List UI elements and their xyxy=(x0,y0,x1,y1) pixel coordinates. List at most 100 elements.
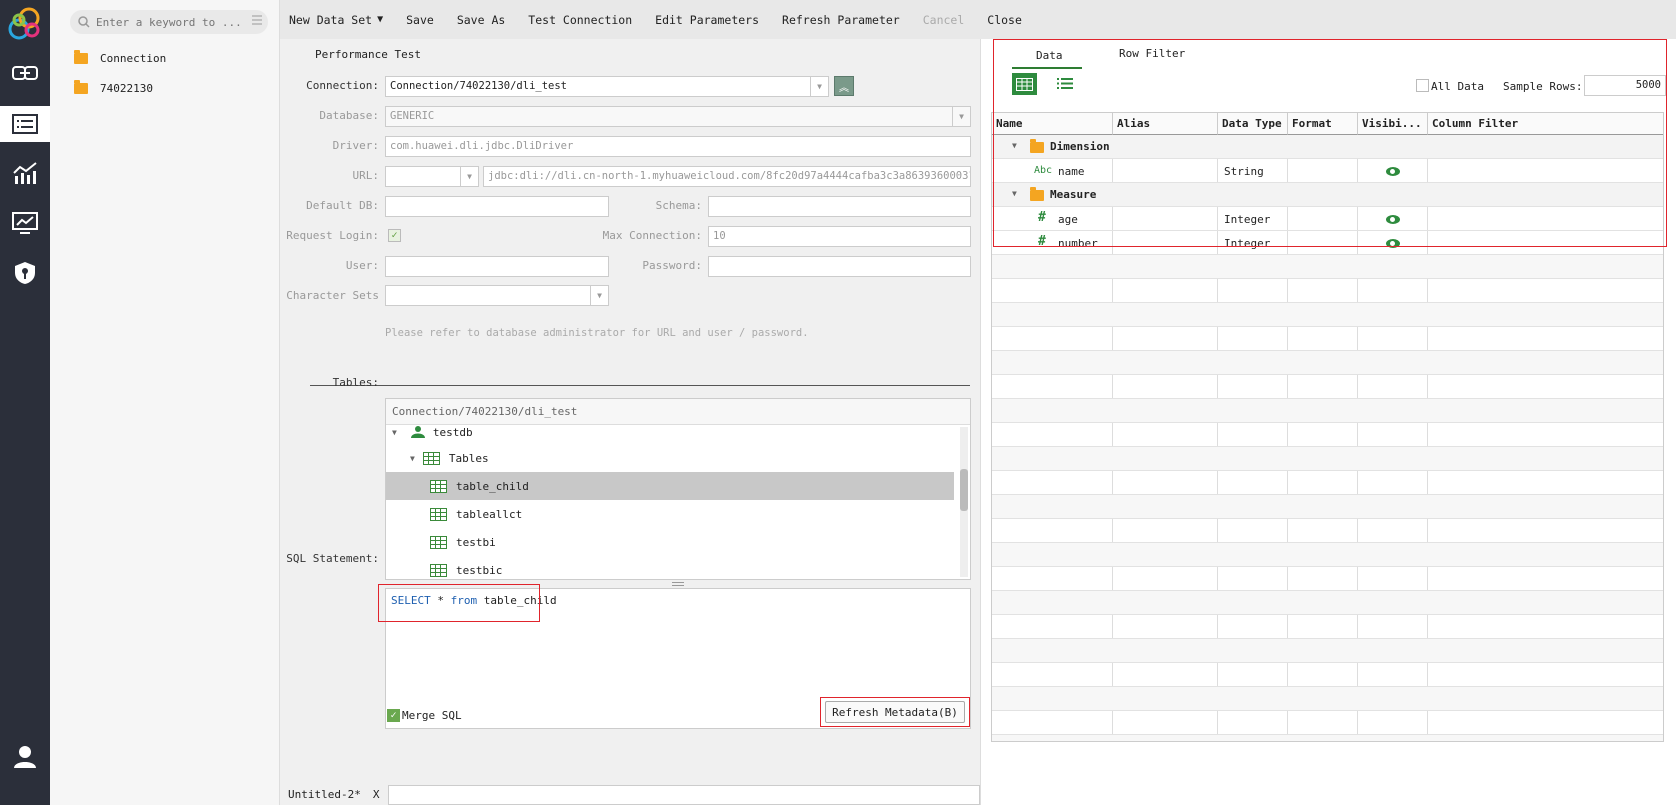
data-preview-panel: Data Row Filter All Data Sample Rows: 50… xyxy=(980,39,1676,805)
new-data-set-label: New Data Set xyxy=(289,12,373,27)
merge-sql-checkbox[interactable]: ✓ xyxy=(387,709,400,722)
database-select[interactable]: GENERIC ▼ xyxy=(385,106,971,127)
edit-parameters-button[interactable]: Edit Parameters xyxy=(655,13,759,27)
empty-row xyxy=(992,519,1663,543)
database-value: GENERIC xyxy=(390,110,435,122)
expand-triangle-icon: ▼ xyxy=(392,427,397,437)
connection-label: Connection: xyxy=(306,79,379,92)
table-icon xyxy=(430,479,447,493)
scrollbar-thumb[interactable] xyxy=(960,469,968,511)
connection-value: Connection/74022130/dli_test xyxy=(390,80,568,92)
empty-row xyxy=(992,399,1663,423)
dataset-list-icon[interactable] xyxy=(0,106,50,142)
table-item[interactable]: tableallct xyxy=(386,500,954,528)
chevron-down-icon: ▼ xyxy=(590,286,608,305)
empty-row xyxy=(992,543,1663,567)
table-item-label: testbi xyxy=(456,535,496,549)
highlight-box xyxy=(820,697,970,727)
connection-hint: Please refer to database administrator f… xyxy=(385,327,809,339)
shield-icon[interactable] xyxy=(0,256,50,290)
table-item-selected[interactable]: table_child xyxy=(386,472,954,500)
status-field xyxy=(388,785,980,805)
expand-triangle-icon: ▼ xyxy=(410,453,415,463)
max-connection-field[interactable]: 10 xyxy=(708,226,971,247)
tree-item-connection[interactable]: Connection xyxy=(74,48,166,68)
resource-tree-panel: Connection 74022130 xyxy=(50,0,280,805)
splitter-handle[interactable] xyxy=(672,582,684,586)
tree-node-tables-group[interactable]: ▼ Tables xyxy=(386,444,954,472)
menu-icon[interactable] xyxy=(252,14,262,29)
save-button[interactable]: Save xyxy=(406,13,434,27)
link-icon[interactable] xyxy=(0,56,50,90)
new-data-set-button[interactable]: New Data Set ▼ xyxy=(289,13,383,27)
empty-row xyxy=(992,255,1663,279)
table-item-label: testbic xyxy=(456,563,503,577)
highlight-box xyxy=(378,584,540,622)
empty-row xyxy=(992,567,1663,591)
test-connection-button[interactable]: Test Connection xyxy=(528,13,632,27)
db-name: testdb xyxy=(432,425,473,439)
folder-icon xyxy=(74,79,88,94)
driver-label: Driver: xyxy=(332,139,379,152)
nav-rail xyxy=(0,0,50,805)
default-db-field[interactable] xyxy=(385,196,609,217)
empty-row xyxy=(992,471,1663,495)
request-login-checkbox[interactable]: ✓ xyxy=(388,229,401,242)
table-icon xyxy=(430,535,447,549)
collapse-up-icon[interactable]: ︽ xyxy=(834,76,854,96)
tree-item-74022130[interactable]: 74022130 xyxy=(74,78,153,98)
tables-scrollbar[interactable] xyxy=(960,427,968,577)
tree-node-db[interactable]: ▼ testdb xyxy=(386,423,954,441)
cancel-button[interactable]: Cancel xyxy=(923,13,965,27)
user-label: User: xyxy=(345,259,379,272)
document-tab[interactable]: Untitled-2* xyxy=(288,788,361,801)
empty-row xyxy=(992,735,1663,741)
save-as-button[interactable]: Save As xyxy=(457,13,505,27)
empty-row xyxy=(992,423,1663,447)
refresh-parameter-button[interactable]: Refresh Parameter xyxy=(782,13,900,27)
table-item-label: table_child xyxy=(456,479,529,493)
empty-row xyxy=(992,375,1663,399)
chevron-down-icon: ▼ xyxy=(952,107,970,126)
password-label: Password: xyxy=(642,259,702,272)
driver-field[interactable]: com.huawei.dli.jdbc.DliDriver xyxy=(385,136,971,157)
table-item[interactable]: testbic xyxy=(386,556,954,579)
empty-row xyxy=(992,591,1663,615)
schema-label: Schema: xyxy=(655,199,702,212)
tables-label: Tables: xyxy=(332,376,379,389)
empty-row xyxy=(992,615,1663,639)
close-tab-icon[interactable]: X xyxy=(373,788,380,801)
search-input[interactable] xyxy=(96,15,246,29)
dashboard-icon[interactable] xyxy=(0,206,50,240)
empty-row xyxy=(992,447,1663,471)
dataset-editor: Performance Test Connection: Connection/… xyxy=(280,39,980,784)
chart-icon[interactable] xyxy=(0,156,50,190)
schema-field[interactable] xyxy=(708,196,971,217)
empty-row xyxy=(992,351,1663,375)
editor-tab-title: Performance Test xyxy=(315,48,421,61)
close-button[interactable]: Close xyxy=(987,13,1022,27)
user-field[interactable] xyxy=(385,256,609,277)
charset-select[interactable]: ▼ xyxy=(385,285,609,306)
max-connection-label: Max Connection: xyxy=(602,229,702,242)
user-icon[interactable] xyxy=(0,740,50,774)
chevron-down-icon: ▼ xyxy=(810,77,828,96)
url-prefix-select[interactable]: ▼ xyxy=(385,166,479,187)
search-box[interactable] xyxy=(70,10,268,34)
separator xyxy=(310,385,970,386)
tables-group-label: Tables xyxy=(448,451,489,465)
table-item[interactable]: testbi xyxy=(386,528,954,556)
default-db-label: Default DB: xyxy=(306,199,379,212)
empty-row xyxy=(992,687,1663,711)
app-logo-icon[interactable] xyxy=(0,4,50,44)
url-field[interactable]: jdbc:dli://dli.cn-north-1.myhuaweicloud.… xyxy=(483,166,971,187)
password-field[interactable] xyxy=(708,256,971,277)
caret-down-icon: ▼ xyxy=(377,14,384,25)
tree-item-label: 74022130 xyxy=(100,81,153,95)
charset-label: B Character Sets: xyxy=(280,289,379,302)
empty-row xyxy=(992,663,1663,687)
tables-tree-header: Connection/74022130/dli_test xyxy=(386,399,970,425)
empty-row xyxy=(992,495,1663,519)
connection-select[interactable]: Connection/74022130/dli_test ▼ xyxy=(385,76,829,97)
chevron-down-icon: ▼ xyxy=(460,167,478,186)
